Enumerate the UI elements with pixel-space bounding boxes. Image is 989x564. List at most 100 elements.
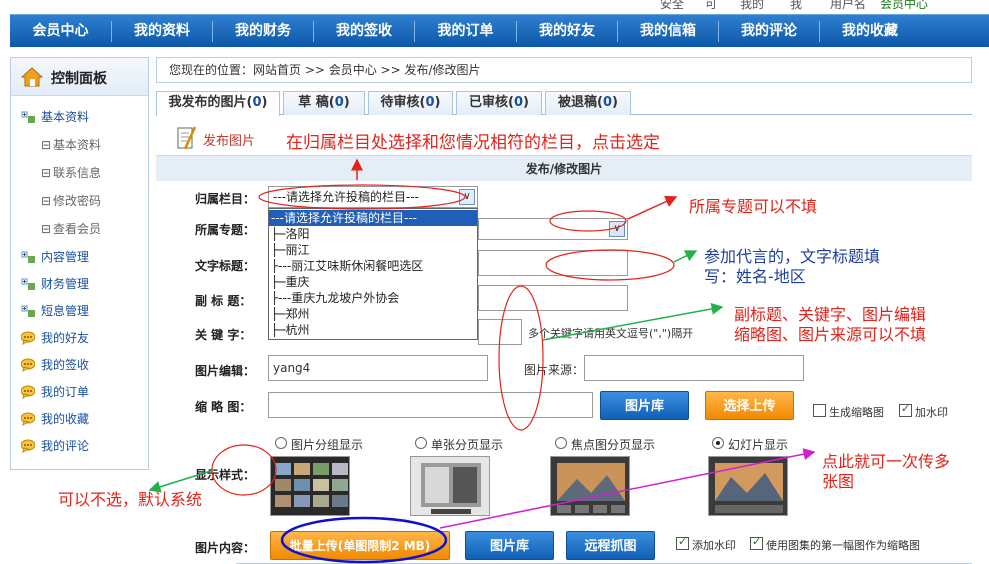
thumb-input[interactable]: [268, 392, 593, 418]
main-nav: 会员中心 我的资料 我的财务 我的签收 我的订单 我的好友 我的信箱 我的评论 …: [10, 14, 989, 47]
nav-item-friends[interactable]: 我的好友: [517, 15, 617, 48]
tree-plus-icon: [21, 278, 35, 290]
tree-plus-icon: [21, 251, 35, 263]
sidebar: 控制面板 基本资料 ⊟ 基本资料 ⊟ 联系信息 ⊟ 修改密码 ⊟ 查看会员 内容管理 财务管理 短息管…: [10, 57, 149, 470]
tab-label: 被退稿: [558, 95, 598, 110]
tab-count: 0: [334, 95, 344, 110]
tree-plus-icon: [21, 111, 35, 123]
tab-label: 待审核: [380, 95, 420, 110]
tab-bar: 我发布的图片(0) 草 稿(0) 待审核(0) 已审核(0) 被退稿(0): [156, 91, 972, 116]
style-thumb-focus[interactable]: [550, 456, 630, 516]
style-radio-slideshow[interactable]: [712, 437, 724, 449]
dropdown-option[interactable]: ├─洛阳: [269, 226, 477, 242]
nav-item-finance[interactable]: 我的财务: [213, 15, 313, 48]
sidebar-item-label: 修改密码: [53, 194, 102, 208]
style-radio-single[interactable]: [415, 437, 427, 449]
sidebar-item-label: 基本资料: [41, 110, 90, 124]
use-first-as-thumb-label: 使用图集的第一幅图作为缩略图: [766, 539, 920, 552]
chat-bubble-icon: [21, 358, 35, 372]
gallery-button[interactable]: 图片库: [600, 391, 689, 420]
style-thumb-slideshow[interactable]: [708, 456, 788, 516]
watermark-checkbox[interactable]: [899, 402, 912, 417]
use-first-as-thumb-checkbox[interactable]: [750, 535, 763, 550]
gallery-button-2[interactable]: 图片库: [465, 531, 554, 560]
keywords-label: 关 键 字：: [195, 328, 252, 342]
source-input[interactable]: [584, 355, 804, 381]
dropdown-option[interactable]: ├─杭州: [269, 322, 477, 338]
sidebar-item-label: 我的订单: [41, 385, 90, 399]
nav-item-favorites[interactable]: 我的收藏: [820, 15, 920, 48]
chevron-down-icon[interactable]: ∨: [609, 221, 625, 237]
batch-upload-button[interactable]: 批量上传(单图限制2 MB): [270, 531, 450, 560]
keywords-input[interactable]: [478, 319, 522, 345]
chevron-down-icon[interactable]: ∨: [459, 189, 475, 205]
topic-select[interactable]: ∨: [478, 218, 628, 240]
nav-item-comments[interactable]: 我的评论: [719, 15, 819, 48]
style-thumb-single[interactable]: [410, 456, 490, 516]
title-label: 文字标题：: [195, 259, 256, 273]
collapse-box-icon: ⊟: [41, 194, 52, 208]
editor-label: 图片编辑：: [195, 364, 256, 378]
dropdown-option[interactable]: ├─郑州: [269, 306, 477, 322]
add-watermark-checkbox[interactable]: [676, 535, 689, 550]
annotation-title-line2: 写：姓名-地区: [704, 267, 806, 286]
category-select[interactable]: ---请选择允许投稿的栏目--- ∨: [268, 186, 478, 208]
nav-item-signed[interactable]: 我的签收: [314, 15, 414, 48]
remote-grab-button[interactable]: 远程抓图: [566, 531, 655, 560]
chat-bubble-icon: [21, 331, 35, 345]
style-label: 显示样式：: [195, 468, 256, 482]
tab-label: 我发布的图片: [168, 95, 247, 110]
source-label: 图片来源：: [524, 363, 585, 377]
top-text-1: 安全: [660, 0, 685, 11]
style-option-label: 焦点图分页显示: [571, 438, 656, 452]
publish-image-link[interactable]: 发布图片: [203, 130, 255, 149]
nav-item-profile[interactable]: 我的资料: [112, 15, 212, 48]
category-dropdown-list: ---请选择允许投稿的栏目--- ├─洛阳 ├─丽江 ├---丽江艾味斯休闲餐吧…: [268, 208, 478, 340]
sidebar-item-label: 我的签收: [41, 358, 90, 372]
editor-input[interactable]: yang4: [268, 355, 488, 381]
publish-icon: [177, 126, 196, 150]
tab-drafts[interactable]: 草 稿(0): [283, 91, 365, 115]
style-thumb-group[interactable]: [270, 456, 350, 516]
chat-bubble-icon: [21, 385, 35, 399]
dropdown-option[interactable]: ---请选择允许投稿的栏目---: [269, 210, 477, 226]
sidebar-item-label: 内容管理: [41, 250, 90, 264]
collapse-box-icon: ⊟: [41, 166, 52, 180]
nav-item-member-center[interactable]: 会员中心: [10, 15, 111, 48]
sidebar-item-label: 财务管理: [41, 277, 90, 291]
chat-bubble-icon: [21, 412, 35, 426]
title-input[interactable]: [478, 250, 628, 276]
tab-approved[interactable]: 已审核(0): [456, 91, 542, 115]
subtitle-label: 副 标 题：: [195, 294, 252, 308]
sidebar-item-label: 我的评论: [41, 439, 90, 453]
style-radio-focus[interactable]: [555, 437, 567, 449]
nav-item-mailbox[interactable]: 我的信箱: [618, 15, 718, 48]
dropdown-option[interactable]: ├─丽江: [269, 242, 477, 258]
annotation-style: 可以不选，默认系统: [58, 490, 203, 509]
tab-rejected[interactable]: 被退稿(0): [545, 91, 631, 115]
nav-item-orders[interactable]: 我的订单: [415, 15, 516, 48]
tab-my-images[interactable]: 我发布的图片(0): [156, 91, 280, 116]
collapse-box-icon: ⊟: [41, 138, 52, 152]
make-thumb-checkbox[interactable]: [813, 404, 826, 417]
sidebar-item-label: 查看会员: [53, 222, 102, 236]
top-bar-fragment: 安全 可 我的 我 用户名 会员中心: [0, 0, 989, 14]
style-option-label: 幻灯片显示: [728, 438, 789, 452]
content-label: 图片内容：: [195, 541, 256, 555]
editor-value: yang4: [273, 361, 311, 375]
tree-plus-icon: [21, 305, 35, 317]
tab-count: 0: [602, 95, 613, 110]
dropdown-option[interactable]: ├---重庆九龙坡户外协会: [269, 290, 477, 306]
upload-button[interactable]: 选择上传: [705, 391, 794, 420]
top-text-5: 用户名: [830, 0, 867, 11]
top-text-3: 我的: [740, 0, 765, 11]
subtitle-input[interactable]: [478, 285, 628, 311]
dropdown-option[interactable]: ├---丽江艾味斯休闲餐吧选区: [269, 258, 477, 274]
style-radio-group[interactable]: [275, 437, 287, 449]
sidebar-item-label: 我的收藏: [41, 412, 90, 426]
tab-pending[interactable]: 待审核(0): [368, 91, 453, 115]
top-text-6: 会员中心: [880, 0, 929, 11]
dropdown-option[interactable]: ├─重庆: [269, 274, 477, 290]
annotation-batch-line2: 张图: [822, 472, 855, 491]
annotation-optional-line2: 缩略图、图片来源可以不填: [734, 325, 927, 344]
